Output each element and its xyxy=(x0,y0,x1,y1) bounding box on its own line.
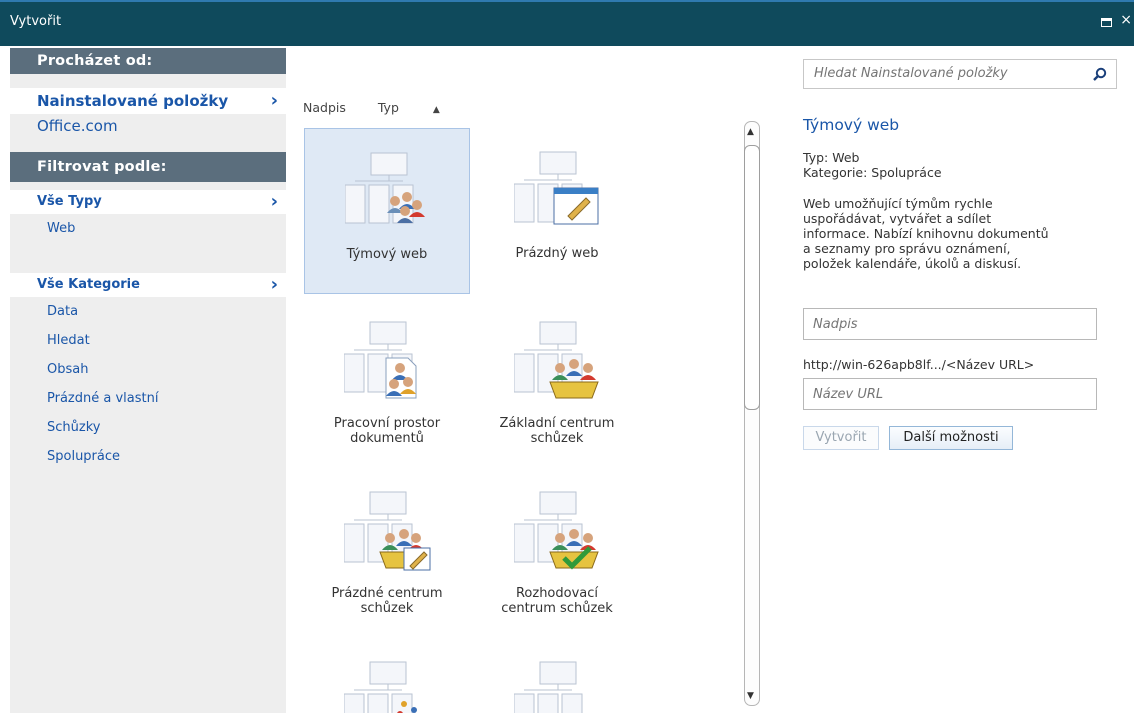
filter-category-blank[interactable]: Prázdné a vlastní xyxy=(10,384,286,413)
filter-category-content[interactable]: Obsah xyxy=(10,355,286,384)
template-label-line1: Základní centrum xyxy=(499,416,615,431)
selected-template-meta: Typ: Web Kategorie: Spolupráce xyxy=(803,150,942,180)
url-prefix: http://win-626apb8lf.../<Název URL> xyxy=(803,357,1035,372)
description-line: Web umožňující týmům rychle xyxy=(803,196,993,211)
column-title[interactable]: Nadpis xyxy=(303,100,346,115)
template-label-line1: Rozhodovací xyxy=(515,586,599,601)
chevron-right-icon: › xyxy=(270,274,278,295)
selected-template-title: Týmový web xyxy=(803,116,900,134)
filter-category-data[interactable]: Data xyxy=(10,297,286,326)
template-label: Rozhodovací centrum schůzek xyxy=(474,586,640,616)
template-label: Prázdné centrum schůzek xyxy=(304,586,470,616)
scroll-down-icon[interactable]: ▼ xyxy=(747,691,754,701)
selected-template-description: Web umožňující týmům rychle uspořádávat,… xyxy=(803,196,1103,271)
description-line: položek kalendáře, úkolů a diskusí. xyxy=(803,256,1022,271)
column-type-label: Typ xyxy=(377,100,399,115)
window-title: Vytvořit xyxy=(10,14,62,29)
more-options-button[interactable]: Další možnosti xyxy=(889,426,1013,450)
template-tile[interactable]: Prázdný web xyxy=(474,128,640,294)
decision-meeting-workspace-icon xyxy=(514,491,599,570)
title-input[interactable] xyxy=(811,316,1085,333)
sort-ascending-icon: ▲ xyxy=(432,105,440,115)
source-office-com[interactable]: Office.com xyxy=(10,114,286,140)
template-label: Základní centrum schůzek xyxy=(474,416,640,446)
template-list-scrollbar[interactable]: ▲ ▼ xyxy=(738,121,766,710)
template-label-line1: Prázdné centrum xyxy=(331,586,443,601)
filter-header: Filtrovat podle: xyxy=(10,152,286,182)
template-label-line2: schůzek xyxy=(360,601,414,616)
search-box xyxy=(803,59,1117,89)
filter-all-types[interactable]: Vše Typy › xyxy=(10,190,286,214)
document-workspace-icon xyxy=(344,321,417,399)
browse-header: Procházet od: xyxy=(10,48,286,74)
filter-category-search[interactable]: Hledat xyxy=(10,326,286,355)
scrollbar-thumb[interactable] xyxy=(744,145,760,410)
source-installed-label: Nainstalované položky xyxy=(37,92,229,110)
template-label-line2: dokumentů xyxy=(350,431,424,446)
filter-category-meetings[interactable]: Schůzky xyxy=(10,413,286,442)
chevron-right-icon: › xyxy=(270,191,278,212)
chevron-right-icon: › xyxy=(270,90,278,111)
template-label: Prázdný web xyxy=(474,246,640,261)
title-field xyxy=(803,308,1097,340)
column-type[interactable]: Typ ▲ xyxy=(378,100,468,115)
template-label-line2: schůzek xyxy=(530,431,584,446)
template-label-line1: Pracovní prostor xyxy=(333,416,441,431)
template-tile[interactable] xyxy=(474,638,640,713)
template-tile[interactable]: Prázdné centrum schůzek xyxy=(304,468,470,634)
filter-type-web[interactable]: Web xyxy=(10,214,286,243)
template-tile[interactable]: Základní centrum schůzek xyxy=(474,298,640,464)
template-tile[interactable]: Pracovní prostor dokumentů xyxy=(304,298,470,464)
column-headers: Nadpis Typ ▲ xyxy=(303,100,496,115)
sidebar: Procházet od: Nainstalované položky › Of… xyxy=(10,48,286,713)
template-label-line1: Prázdný web xyxy=(515,246,599,261)
template-tile[interactable] xyxy=(304,638,470,713)
template-label-line2: centrum schůzek xyxy=(501,601,613,616)
scroll-up-icon[interactable]: ▲ xyxy=(747,127,754,137)
close-icon[interactable]: × xyxy=(1120,12,1132,28)
selected-template-category: Kategorie: Spolupráce xyxy=(803,165,942,180)
template-tile[interactable]: Rozhodovací centrum schůzek xyxy=(474,468,640,634)
blank-meeting-workspace-icon xyxy=(344,491,431,571)
url-field xyxy=(803,378,1097,410)
search-input[interactable] xyxy=(812,65,1086,82)
source-installed-items[interactable]: Nainstalované položky › xyxy=(10,88,286,114)
team-site-icon xyxy=(345,152,425,224)
selected-template-type: Typ: Web xyxy=(803,150,860,165)
template-tile[interactable]: Týmový web xyxy=(304,128,470,294)
template-label: Pracovní prostor dokumentů xyxy=(304,416,470,446)
description-line: uspořádávat, vytvářet a sdílet xyxy=(803,211,992,226)
filter-category-collaboration[interactable]: Spolupráce xyxy=(10,442,286,471)
create-button[interactable]: Vytvořit xyxy=(803,426,879,450)
template-label: Týmový web xyxy=(305,247,469,262)
filter-all-types-label: Vše Typy xyxy=(37,194,102,209)
maximize-icon[interactable] xyxy=(1101,18,1112,27)
basic-meeting-workspace-icon xyxy=(514,321,599,399)
template-label-line1: Týmový web xyxy=(346,247,428,262)
description-line: informace. Nabízí knihovnu dokumentů xyxy=(803,226,1049,241)
filter-all-categories-label: Vše Kategorie xyxy=(37,277,140,292)
window-titlebar: Vytvořit × xyxy=(0,0,1134,46)
source-office-label: Office.com xyxy=(37,117,118,135)
template-icon xyxy=(514,661,583,713)
description-line: a seznamy pro správu oznámení, xyxy=(803,241,1011,256)
blank-site-icon xyxy=(514,151,599,225)
url-input[interactable] xyxy=(811,386,1085,403)
template-icon xyxy=(344,661,417,713)
search-icon[interactable] xyxy=(1093,67,1107,81)
filter-all-categories[interactable]: Vše Kategorie › xyxy=(10,273,286,297)
